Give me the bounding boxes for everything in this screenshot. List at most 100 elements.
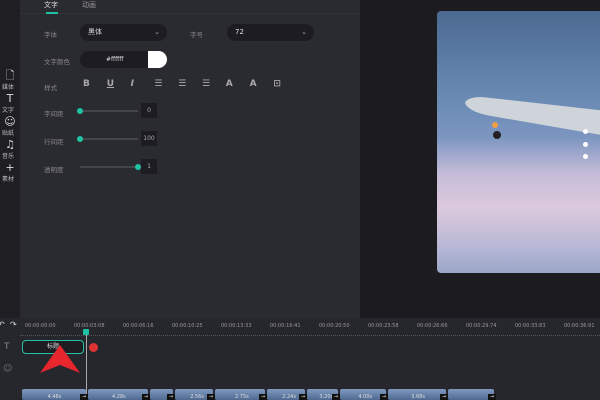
video-preview[interactable] [437,11,600,273]
sidebar-item-file[interactable]: 🗋 媒体 [0,69,20,92]
time-ruler[interactable] [20,333,600,336]
timecode-label: 00:00:29:74 [466,323,497,329]
line-spacing-slider[interactable] [80,138,138,140]
sidebar-item-sticker[interactable]: ☺ 贴纸 [0,115,20,138]
letter-spacing-handle[interactable] [77,108,83,114]
sidebar-item-label: 贴纸 [1,130,14,137]
timecode-label: 00:00:26:66 [417,323,448,329]
timecode-label: 00:00:00:00 [25,323,56,329]
video-clip[interactable]: 2.75s [215,389,265,400]
playhead-marker[interactable] [83,329,89,335]
sticker-track-icon: ☺ [3,364,13,374]
video-clip[interactable]: 3.68s [388,389,446,400]
clip-duration: 2.56s [190,394,204,400]
tab-text[interactable]: 文字 [44,0,58,10]
sidebar-item-label: 文字 [1,107,14,114]
text-icon: T [6,92,14,105]
underline-icon[interactable]: U [107,79,114,89]
file-icon: 🗋 [5,69,15,82]
transition-icon[interactable]: → [80,394,88,400]
active-tab-indicator [46,12,58,14]
sidebar-item-label: 素材 [1,176,14,183]
redo-icon[interactable]: ↷ [10,320,17,329]
timecode-label: 00:00:20:50 [319,323,350,329]
airplane-image [465,97,600,139]
clip-duration: 2.24s [282,394,296,400]
music-icon: ♫ [5,138,15,151]
text-properties-panel [20,0,360,318]
clip-duration: 4.28s [112,394,126,400]
font-select[interactable]: 黑体 ⌄ [80,24,167,41]
video-clip[interactable]: 4.48s [22,389,86,400]
tab-animation[interactable]: 动画 [82,0,96,10]
resize-handle[interactable] [583,142,588,147]
sidebar-item-text[interactable]: T 文字 [0,92,20,115]
timecode-label: 00:00:03:08 [74,323,105,329]
size-select[interactable]: 72 ⌄ [227,24,314,41]
text-box-icon[interactable]: ⊡ [273,79,281,89]
sidebar-item-label: 媒体 [1,84,14,91]
chevron-down-icon: ⌄ [301,28,307,36]
transition-icon[interactable]: → [440,394,448,400]
color-swatch[interactable] [148,51,167,68]
transition-icon[interactable]: → [142,394,150,400]
resize-handle[interactable] [583,154,588,159]
undo-icon[interactable]: ↶ [0,320,5,329]
transition-icon[interactable]: → [299,394,307,400]
outline-text-icon[interactable]: A [226,79,233,89]
panel-tabs: 文字 动画 [20,0,360,14]
style-label: 样式 [44,84,57,92]
shadow-text-icon[interactable]: A [250,79,257,89]
timecode-label: 00:00:10:25 [172,323,203,329]
timeline [0,318,600,400]
line-spacing-handle[interactable] [77,136,83,142]
align-center-icon[interactable]: ☰ [178,79,186,89]
timecode-label: 00:00:33:83 [515,323,546,329]
timecode-label: 00:00:06:16 [123,323,154,329]
red-arrow-annotation [40,345,80,373]
transition-icon[interactable]: → [488,394,496,400]
playhead[interactable] [86,330,87,400]
transition-icon[interactable]: → [380,394,388,400]
clip-trim-handle[interactable] [89,343,98,352]
line-spacing-value[interactable]: 100 [141,131,157,146]
sticker-icon: ☺ [4,115,16,128]
chevron-down-icon: ⌄ [154,28,160,36]
clip-duration: 4.48s [47,394,62,400]
opacity-label: 透明度 [44,166,64,174]
clip-duration: 4.00s [358,394,373,400]
timecode-label: 00:00:16:41 [270,323,301,329]
sidebar-item-label: 音乐 [1,153,14,160]
bold-icon[interactable]: B [83,79,90,89]
color-value: #ffffff [106,56,124,63]
sidebar-item-plus[interactable]: + 素材 [0,161,20,184]
plus-icon: + [5,161,15,174]
clip-duration: 2.75s [235,394,249,400]
letter-spacing-slider[interactable] [80,110,138,112]
font-value: 黑体 [88,28,102,36]
align-left-icon[interactable]: ☰ [154,79,162,89]
transition-icon[interactable]: → [332,394,340,400]
opacity-value[interactable]: 1 [141,159,157,174]
transition-icon[interactable]: → [259,394,267,400]
opacity-slider[interactable] [80,166,138,168]
sidebar-item-music[interactable]: ♫ 音乐 [0,138,20,161]
timecode-label: 00:00:23:58 [368,323,399,329]
letter-spacing-value[interactable]: 0 [141,103,157,118]
clip-duration: 3.68s [411,394,425,400]
line-spacing-label: 行间距 [44,138,64,146]
size-label: 字号 [190,31,203,39]
transition-icon[interactable]: → [207,394,215,400]
text-track-icon: T [4,342,10,352]
letter-spacing-label: 字间距 [44,110,64,118]
resize-handle[interactable] [583,129,588,134]
color-label: 文字颜色 [44,58,70,66]
transition-icon[interactable]: → [167,394,175,400]
font-label: 字体 [44,31,57,39]
size-value: 72 [235,28,244,36]
timecode-label: 00:00:36:91 [564,323,595,329]
timecode-label: 00:00:13:33 [221,323,252,329]
italic-icon[interactable]: I [131,79,134,89]
align-right-icon[interactable]: ☰ [202,79,210,89]
video-clip[interactable]: 4.28s [88,389,148,400]
